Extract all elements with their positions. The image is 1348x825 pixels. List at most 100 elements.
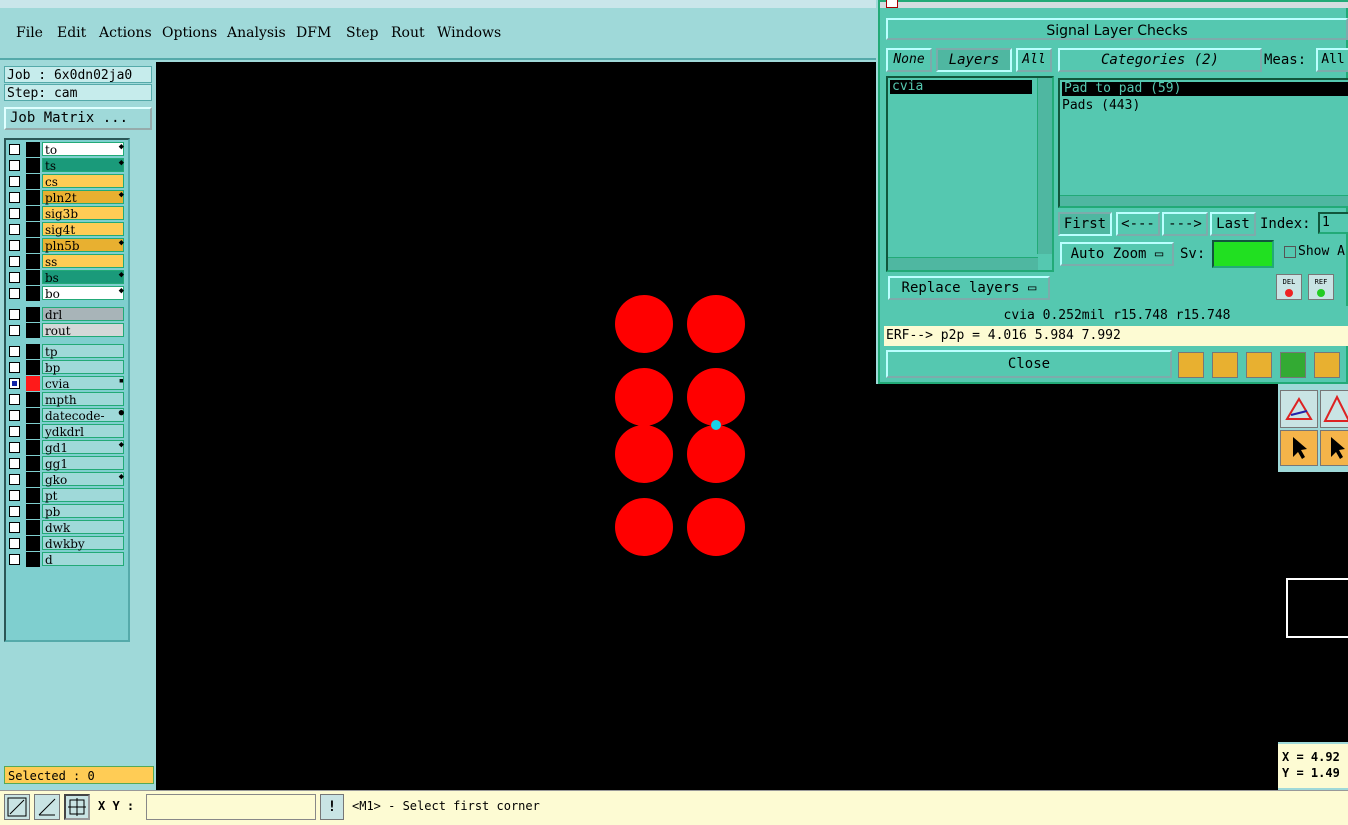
layer-checkbox[interactable] [9, 160, 20, 171]
layer-checkbox[interactable] [9, 522, 20, 533]
layer-color-swatch[interactable] [26, 440, 40, 455]
layer-row[interactable]: cvia ▪ [6, 376, 126, 391]
layer-color-swatch[interactable] [26, 142, 40, 157]
none-button[interactable]: None [886, 48, 932, 72]
erf-icon[interactable] [1246, 352, 1272, 378]
layer-name[interactable]: mpth [42, 392, 124, 407]
layer-color-swatch[interactable] [26, 520, 40, 535]
layer-row[interactable]: cs [6, 174, 126, 189]
layer-name[interactable]: cs [42, 174, 124, 189]
layer-name[interactable]: rout [42, 323, 124, 338]
layer-row[interactable]: ydkdrl [6, 424, 126, 439]
layer-row[interactable]: gko ◆ [6, 472, 126, 487]
triangle-tool-icon-2[interactable] [1320, 390, 1348, 428]
layer-color-swatch[interactable] [26, 424, 40, 439]
layer-checkbox[interactable] [9, 144, 20, 155]
layer-checkbox[interactable] [9, 325, 20, 336]
next-button[interactable]: ---> [1162, 212, 1208, 236]
layer-checkbox[interactable] [9, 176, 20, 187]
layer-tool-icon[interactable] [1178, 352, 1204, 378]
replace-layers-dropdown[interactable]: Replace layers ▭ [888, 276, 1050, 300]
layer-row[interactable]: ts ◆ [6, 158, 126, 173]
layer-row[interactable]: dwk [6, 520, 126, 535]
layers-tab[interactable]: Layers [936, 48, 1012, 72]
layer-color-swatch[interactable] [26, 376, 40, 391]
layer-color-swatch[interactable] [26, 307, 40, 322]
show-checkbox[interactable] [1284, 246, 1296, 258]
layer-row[interactable]: bp [6, 360, 126, 375]
layer-color-swatch[interactable] [26, 552, 40, 567]
layer-name[interactable]: drl [42, 307, 124, 322]
layer-name[interactable]: bo [42, 286, 124, 301]
layer-color-swatch[interactable] [26, 222, 40, 237]
categories-tab[interactable]: Categories (2) [1058, 48, 1262, 72]
index-input[interactable]: 1 [1318, 212, 1348, 234]
layer-name[interactable]: pt [42, 488, 124, 503]
layer-checkbox[interactable] [9, 240, 20, 251]
layer-name[interactable]: ss [42, 254, 124, 269]
graphics-canvas[interactable] [156, 62, 876, 790]
menu-edit[interactable]: Edit [57, 25, 86, 41]
layer-row[interactable]: sig3b [6, 206, 126, 221]
ref-icon[interactable]: REF [1308, 274, 1334, 300]
layer-checkbox[interactable] [9, 426, 20, 437]
numbering-icon[interactable] [1280, 352, 1306, 378]
layer-color-swatch[interactable] [26, 270, 40, 285]
layer-row[interactable]: bs ◆ [6, 270, 126, 285]
sv-color-dropdown[interactable] [1212, 240, 1274, 268]
category-item[interactable]: Pads (443) [1062, 98, 1140, 114]
layer-color-swatch[interactable] [26, 323, 40, 338]
layer-color-swatch[interactable] [26, 392, 40, 407]
layer-name[interactable]: datecode-ptc [42, 408, 124, 437]
menu-analysis[interactable]: Analysis [227, 25, 286, 41]
layer-row[interactable]: drl [6, 307, 126, 322]
layer-row[interactable]: dwkby [6, 536, 126, 551]
layer-name[interactable]: sig4t [42, 222, 124, 237]
layer-color-swatch[interactable] [26, 408, 40, 423]
layer-row[interactable]: gd1 ◆ [6, 440, 126, 455]
layer-row[interactable]: datecode-ptc● [6, 408, 126, 437]
layer-checkbox[interactable] [9, 362, 20, 373]
layer-checkbox[interactable] [9, 410, 20, 421]
prev-button[interactable]: <--- [1116, 212, 1160, 236]
pointer-tool-icon[interactable] [1280, 430, 1318, 466]
layer-row[interactable]: pln5b ◆ [6, 238, 126, 253]
layer-checkbox[interactable] [9, 309, 20, 320]
alert-button[interactable]: ! [320, 794, 344, 820]
layer-checkbox[interactable] [9, 378, 20, 389]
layer-name[interactable]: ydkdrl [42, 424, 124, 439]
layer-row[interactable]: pb [6, 504, 126, 519]
layers-scrollbar[interactable] [1037, 78, 1052, 254]
layer-list[interactable]: to ◆ ts ◆ cs pln2t ◆ sig3b sig4t pln5b ◆ ss bs ◆ bo ◆ dr… [4, 138, 130, 642]
menu-file[interactable]: File [16, 25, 43, 41]
layer-checkbox[interactable] [9, 538, 20, 549]
menu-options[interactable]: Options [162, 25, 217, 41]
layer-color-swatch[interactable] [26, 190, 40, 205]
layer-name[interactable]: ts [42, 158, 124, 173]
menu-windows[interactable]: Windows [437, 25, 501, 41]
layer-checkbox[interactable] [9, 256, 20, 267]
layer-name[interactable]: dwk [42, 520, 124, 535]
layer-item-selected[interactable]: cvia [890, 80, 1032, 94]
layer-checkbox[interactable] [9, 288, 20, 299]
menu-actions[interactable]: Actions [99, 25, 152, 41]
close-button[interactable]: Close [886, 350, 1172, 378]
layer-name[interactable]: gg1 [42, 456, 124, 471]
layer-checkbox[interactable] [9, 224, 20, 235]
layer-color-swatch[interactable] [26, 472, 40, 487]
layer-color-swatch[interactable] [26, 536, 40, 551]
del-icon[interactable]: DEL [1276, 274, 1302, 300]
layer-row[interactable]: rout [6, 323, 126, 338]
layer-checkbox[interactable] [9, 208, 20, 219]
layer-name[interactable]: gd1 [42, 440, 124, 455]
layer-color-swatch[interactable] [26, 488, 40, 503]
layer-name[interactable]: cvia [42, 376, 124, 391]
layer-row[interactable]: mpth [6, 392, 126, 407]
layer-checkbox[interactable] [9, 458, 20, 469]
layer-name[interactable]: gko [42, 472, 124, 487]
layer-name[interactable]: bp [42, 360, 124, 375]
layer-row[interactable]: gg1 [6, 456, 126, 471]
layer-name[interactable]: d [42, 552, 124, 567]
layer-checkbox[interactable] [9, 474, 20, 485]
layer-color-swatch[interactable] [26, 504, 40, 519]
